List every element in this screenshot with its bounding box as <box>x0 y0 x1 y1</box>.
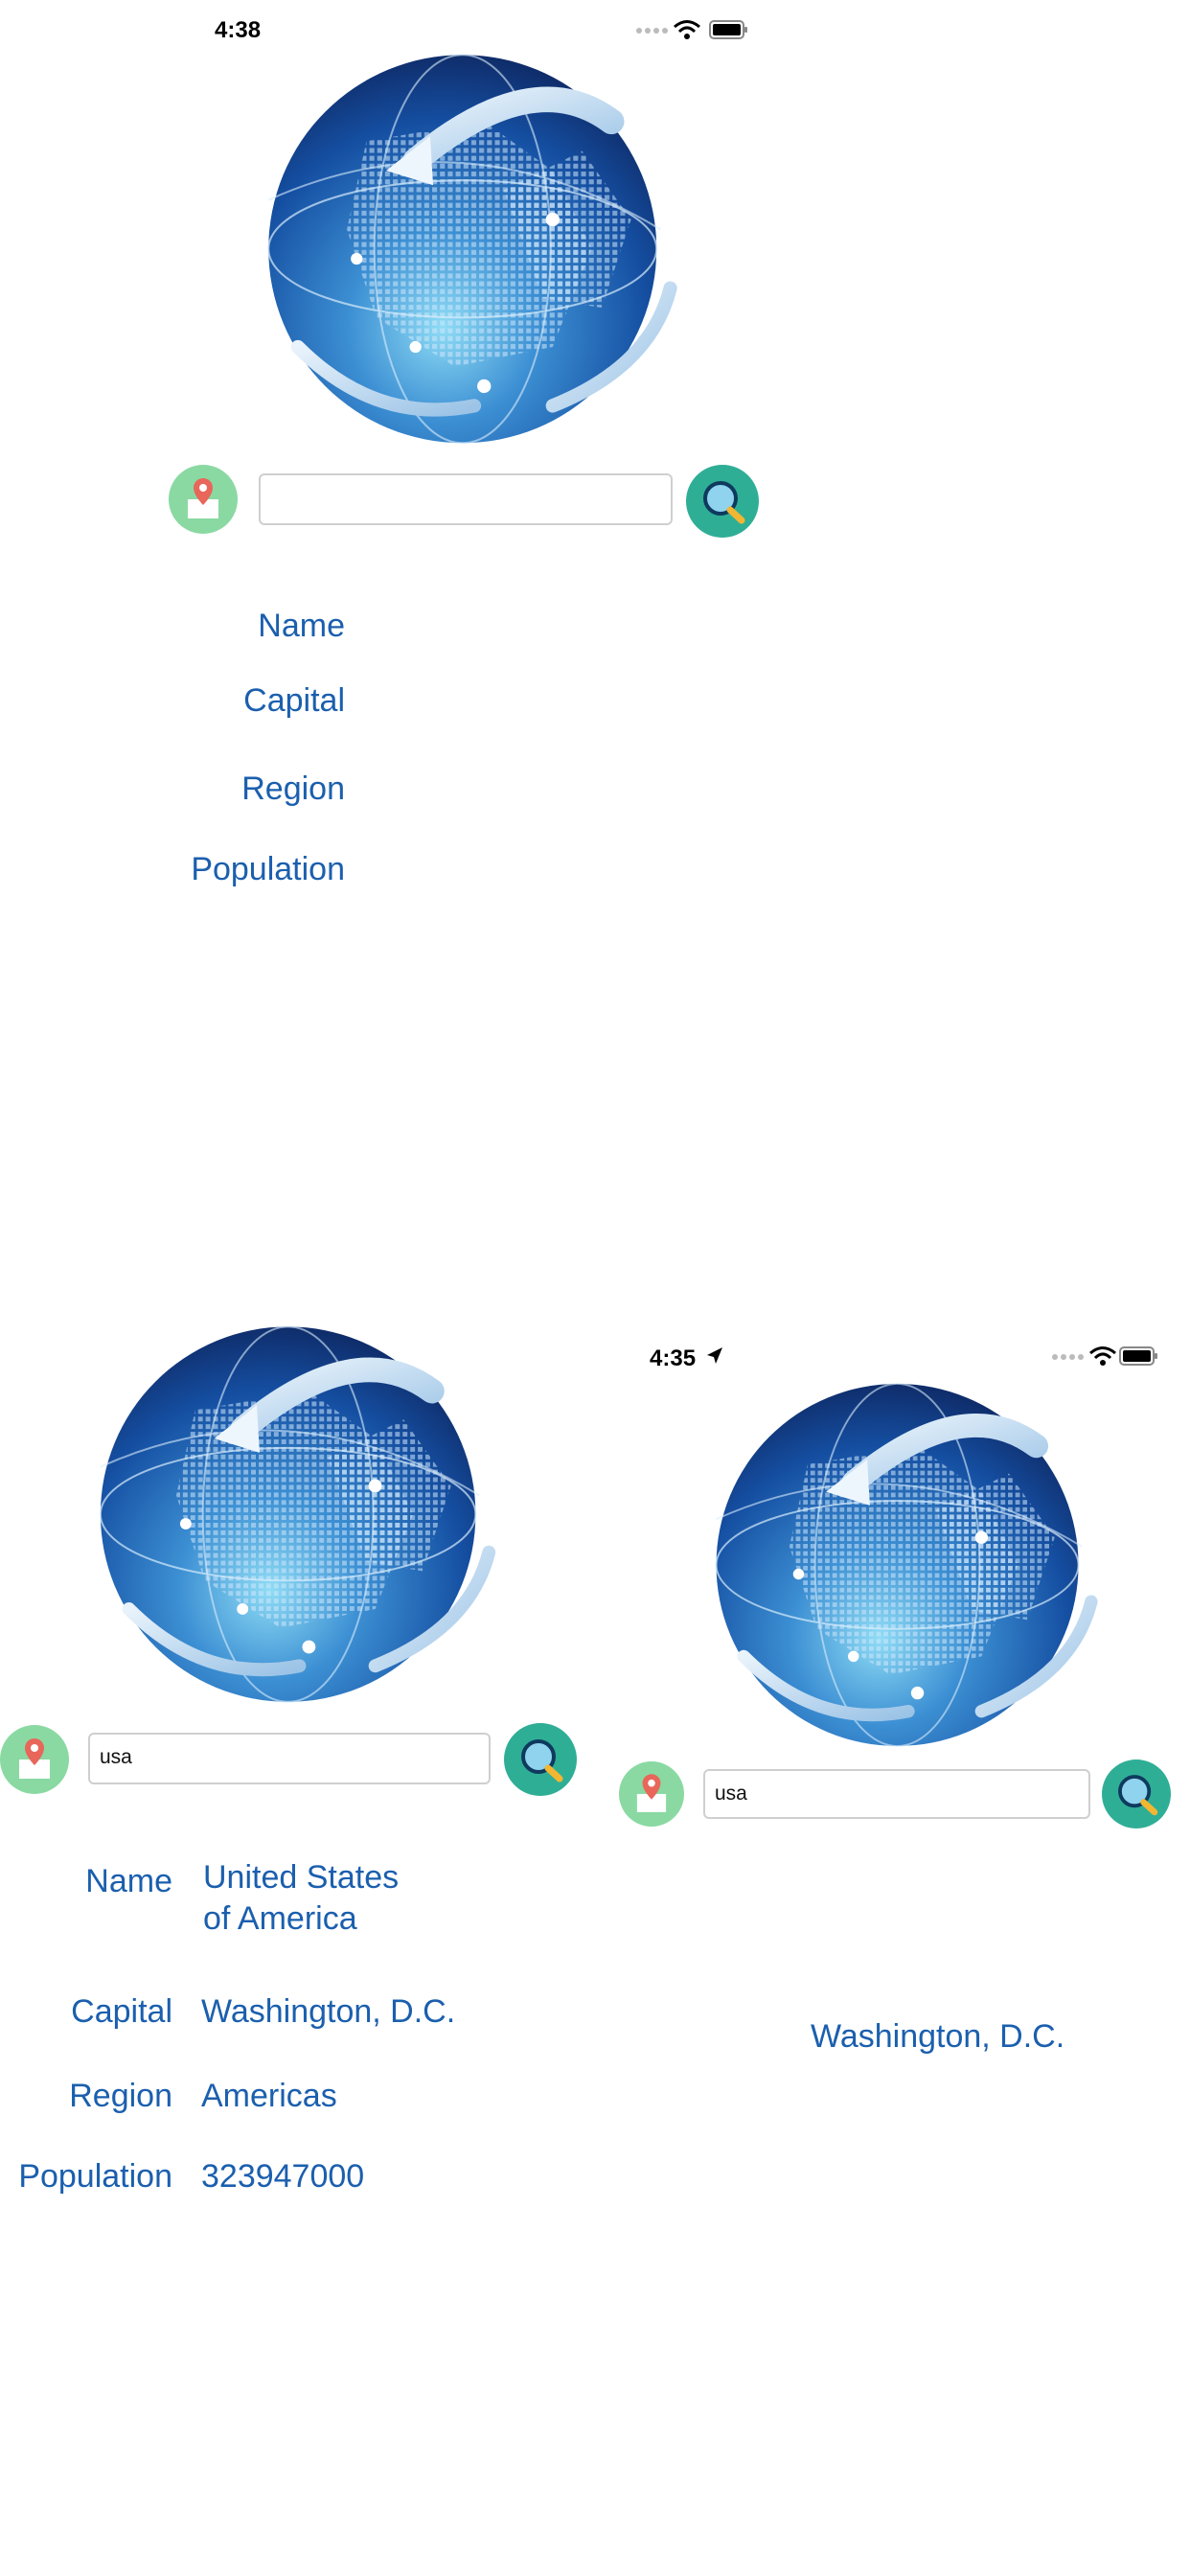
magnifier-icon <box>1118 1775 1158 1816</box>
search-button[interactable] <box>1102 1760 1171 1828</box>
population-value: 323947000 <box>201 2158 365 2195</box>
population-label: Population <box>191 851 345 887</box>
region-label: Region <box>241 770 345 807</box>
status-bar: 4:35 <box>650 1346 696 1372</box>
capital-label: Capital <box>71 1993 172 2030</box>
region-label: Region <box>69 2078 172 2114</box>
map-pin-icon <box>188 478 218 518</box>
signal-dots-icon <box>1052 1354 1084 1360</box>
wifi-icon <box>674 20 700 39</box>
location-button[interactable] <box>0 1725 69 1794</box>
capital-value: Washington, D.C. <box>201 1993 456 2030</box>
search-button[interactable] <box>686 465 759 538</box>
battery-icon <box>709 20 747 39</box>
search-input[interactable]: usa <box>88 1733 491 1784</box>
capital-value: Washington, D.C. <box>811 2018 1065 2055</box>
name-label: Name <box>258 608 345 644</box>
location-button[interactable] <box>619 1761 684 1827</box>
globe-illustration <box>715 1383 1098 1747</box>
status-time: 4:38 <box>215 17 262 43</box>
search-input[interactable] <box>259 473 673 525</box>
status-time: 4:35 <box>650 1346 697 1371</box>
name-label: Name <box>85 1863 172 1899</box>
search-button[interactable] <box>504 1723 577 1796</box>
magnifier-icon <box>521 1739 563 1782</box>
capital-label: Capital <box>243 682 345 719</box>
globe-illustration <box>99 1325 496 1703</box>
population-label: Population <box>18 2158 172 2195</box>
name-value-line1: United States <box>203 1859 400 1896</box>
globe-illustration <box>267 54 677 445</box>
name-value-line2: of America <box>203 1900 357 1937</box>
battery-icon <box>1119 1346 1157 1366</box>
wifi-icon <box>1089 1346 1116 1366</box>
search-input[interactable]: usa <box>703 1769 1090 1819</box>
map-pin-icon <box>636 1774 667 1812</box>
magnifier-icon <box>703 481 745 524</box>
region-value: Americas <box>201 2078 337 2114</box>
map-pin-icon <box>19 1738 50 1779</box>
location-arrow-icon <box>707 1347 722 1364</box>
signal-dots-icon <box>636 28 668 34</box>
location-button[interactable] <box>169 465 238 534</box>
